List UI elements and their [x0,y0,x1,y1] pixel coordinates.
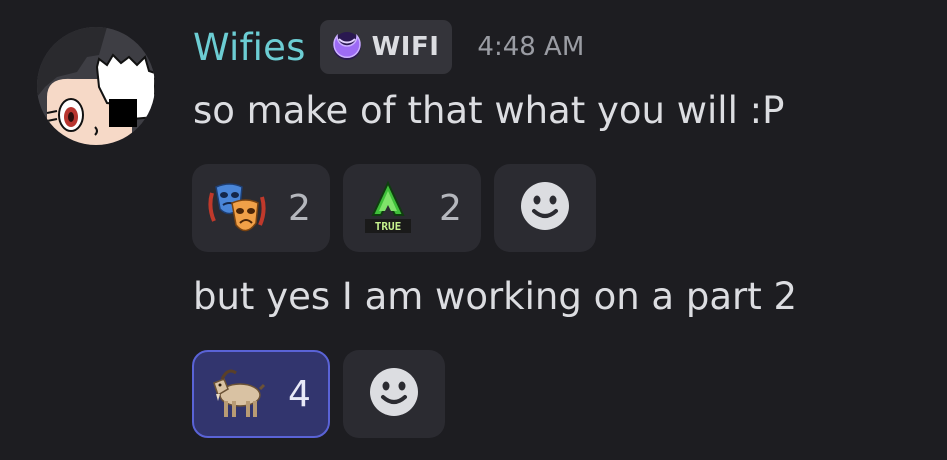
reaction-bar: 2 TRUE 2 [192,164,609,252]
author-name[interactable]: Wifies [193,26,306,69]
message-header: Wifies WIFI 4:48 AM [193,20,584,74]
reaction-count: 4 [288,373,311,415]
crescent-moon-icon [330,28,364,66]
performing-arts-emoji [206,177,268,239]
reaction-performing-arts[interactable]: 2 [192,164,330,252]
svg-text:TRUE: TRUE [375,220,402,233]
server-tag[interactable]: WIFI [319,20,453,74]
reaction-count: 2 [439,187,462,229]
reaction-count: 2 [288,187,311,229]
add-reaction-button[interactable] [343,350,445,438]
message-line: but yes I am working on a part 2 [193,275,798,318]
timestamp[interactable]: 4:48 AM [477,32,584,62]
smiley-face-icon [519,180,571,236]
goat-emoji [206,363,268,425]
smiley-face-icon [368,366,420,422]
true-custom-emoji: TRUE [357,177,419,239]
reaction-bar: 4 [192,350,458,438]
reaction-goat[interactable]: 4 [192,350,330,438]
reaction-true[interactable]: TRUE 2 [343,164,481,252]
avatar[interactable] [37,27,155,145]
message-line: so make of that what you will :P [193,89,785,132]
server-tag-label: WIFI [371,32,440,62]
add-reaction-button[interactable] [494,164,596,252]
message-group: Wifies WIFI 4:48 AM so make of that what… [0,0,947,460]
